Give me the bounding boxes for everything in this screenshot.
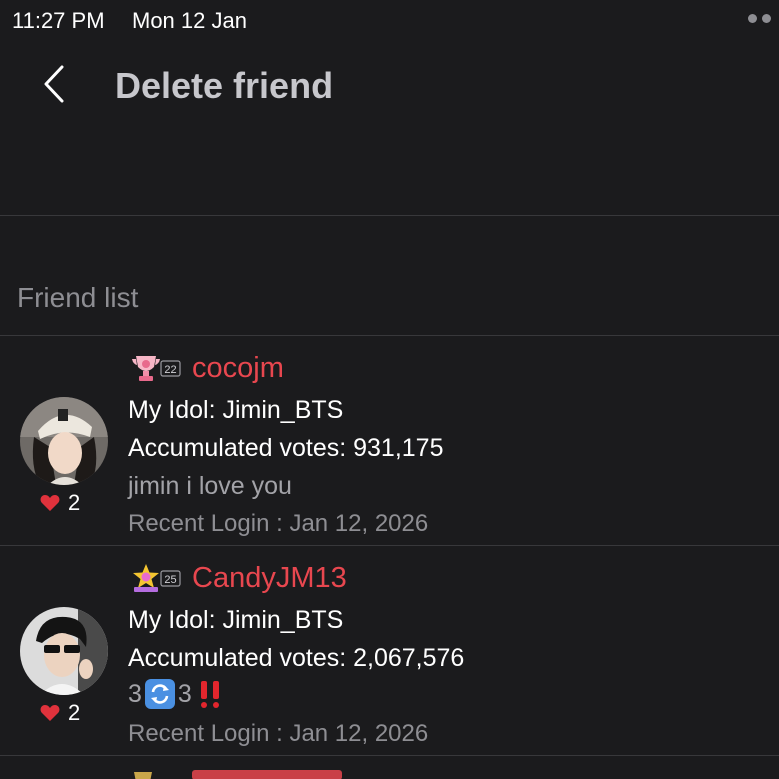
- recent-login: Recent Login : Jan 12, 2026: [128, 510, 429, 537]
- header-divider: [0, 215, 779, 216]
- repeat-emoji-icon: [144, 679, 175, 709]
- double-exclamation-icon: [200, 681, 219, 708]
- recent-login: Recent Login : Jan 12, 2026: [128, 720, 429, 747]
- like-count: 2: [68, 490, 81, 515]
- status-left-text: 3: [128, 679, 142, 708]
- friend-name: cocojm: [192, 352, 284, 384]
- status-message: 3 3: [128, 678, 224, 710]
- friend-list-label: Friend list: [17, 282, 139, 313]
- idol-text: My Idol: Jimin_BTS: [128, 396, 344, 424]
- back-button[interactable]: [34, 62, 78, 106]
- trophy-badge-icon: [134, 772, 152, 779]
- multitasking-dots-icon[interactable]: [748, 14, 771, 23]
- nav-bar: Delete friend: [0, 50, 779, 120]
- friend-row-cocojm[interactable]: 2 22 cocojm My Idol: Jimin_BTS Accumulat…: [0, 336, 779, 546]
- friend-row-partial[interactable]: [0, 756, 779, 779]
- avatar: [20, 397, 108, 485]
- heart-icon: [40, 495, 60, 511]
- idol-text: My Idol: Jimin_BTS: [128, 606, 344, 634]
- heart-icon: [40, 705, 60, 721]
- friend-name-partial: [192, 770, 342, 779]
- level-number: 25: [164, 574, 176, 586]
- level-number: 22: [164, 364, 176, 376]
- status-bar: 11:27 PM Mon 12 Jan: [0, 0, 779, 40]
- star-badge-icon: 25: [133, 564, 181, 592]
- chevron-left-icon: [44, 65, 64, 103]
- friend-row-candyjm13[interactable]: 2 25 CandyJM13 My Idol: Jimin_BTS Accumu…: [0, 546, 779, 756]
- avatar: [20, 607, 108, 695]
- page-title: Delete friend: [115, 65, 334, 106]
- status-date: Mon 12 Jan: [132, 8, 247, 33]
- like-group: 2: [40, 490, 80, 516]
- status-message: jimin i love you: [128, 472, 292, 500]
- votes-text: Accumulated votes: 931,175: [128, 434, 444, 462]
- trophy-badge-icon: 22: [132, 356, 181, 381]
- like-group: 2: [40, 700, 80, 726]
- friend-name: CandyJM13: [192, 562, 347, 594]
- like-count: 2: [68, 700, 81, 725]
- status-right-text: 3: [177, 679, 192, 708]
- votes-text: Accumulated votes: 2,067,576: [128, 644, 465, 672]
- status-time: 11:27 PM: [12, 8, 105, 33]
